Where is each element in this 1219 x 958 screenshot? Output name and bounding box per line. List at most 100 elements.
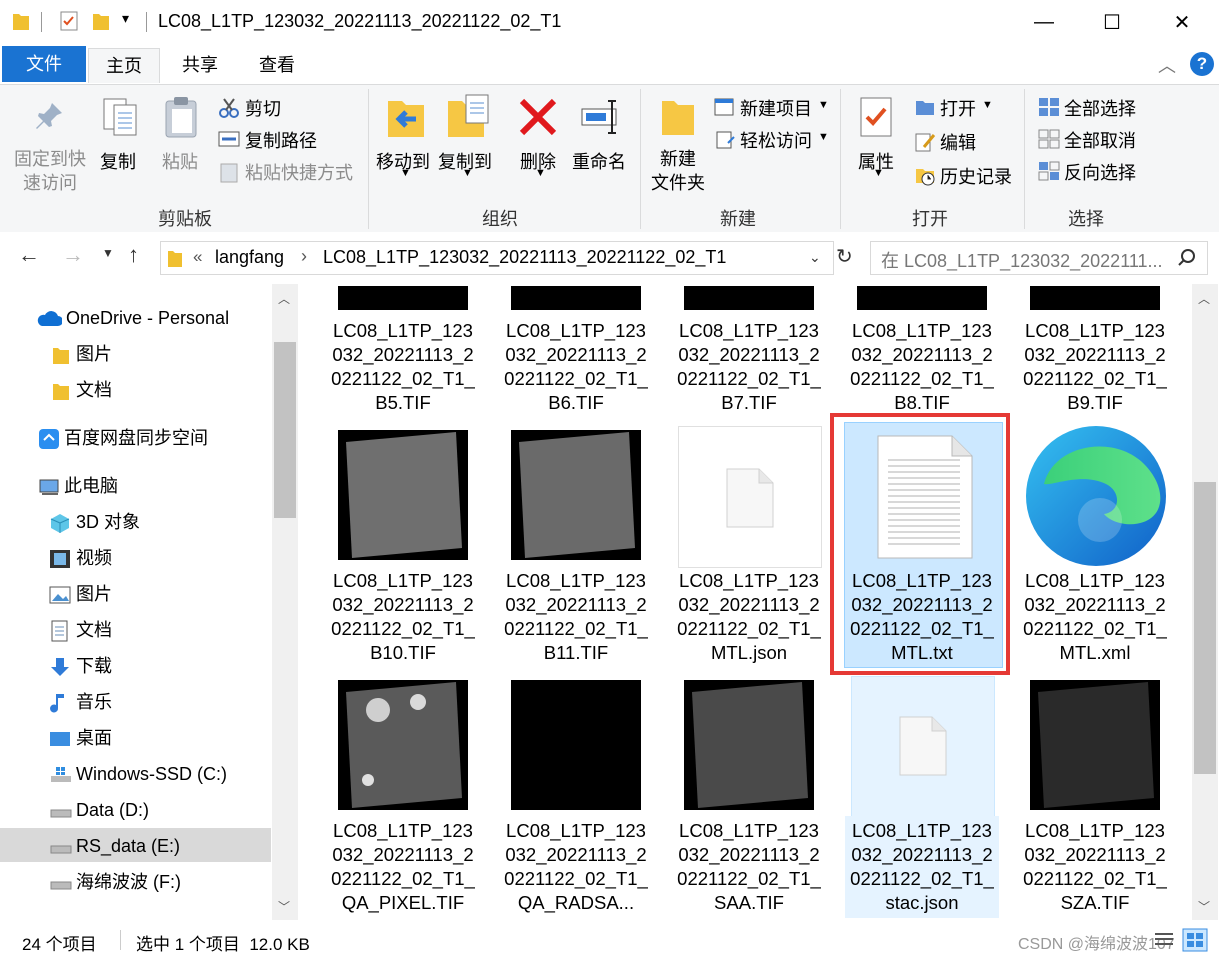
file-name[interactable]: LC08_L1TP_123032_20221113_20221122_02_T1…: [674, 569, 824, 665]
nav-item-drive-e[interactable]: RS_data (E:): [48, 831, 180, 861]
file-name[interactable]: LC08_L1TP_123032_20221113_20221122_02_T1…: [674, 319, 824, 415]
file-name[interactable]: LC08_L1TP_123032_20221113_20221122_02_T1…: [847, 319, 997, 415]
nav-item-music[interactable]: 音乐: [48, 687, 112, 717]
scroll-down-icon[interactable]: ﹀: [278, 898, 290, 915]
properties-icon[interactable]: [58, 10, 80, 32]
file-name[interactable]: LC08_L1TP_123032_20221113_20221122_02_T1…: [674, 819, 824, 915]
nav-item-drive-f[interactable]: 海绵波波 (F:): [48, 867, 181, 897]
pin-quick-access-button[interactable]: 固定到快 速访问: [12, 147, 88, 195]
qat-dropdown-icon[interactable]: ▾: [122, 10, 129, 27]
new-folder-icon[interactable]: [92, 10, 110, 32]
address-bar[interactable]: « langfang › LC08_L1TP_123032_20221113_2…: [160, 241, 834, 275]
scroll-up-icon[interactable]: ︿: [278, 290, 290, 307]
new-folder-button[interactable]: 新建 文件夹: [650, 147, 706, 195]
nav-item-videos[interactable]: 视频: [48, 543, 112, 573]
nav-item-baidu[interactable]: 百度网盘同步空间: [38, 423, 208, 453]
collapse-ribbon-icon[interactable]: ︿: [1158, 52, 1176, 78]
nav-item-drive-d[interactable]: Data (D:): [48, 795, 149, 825]
easy-access-button[interactable]: 轻松访问: [740, 127, 812, 153]
file-name[interactable]: LC08_L1TP_123032_20221113_20221122_02_T1…: [1020, 819, 1170, 915]
content-scrollbar[interactable]: ︿ ﹀: [1192, 284, 1218, 920]
copy-path-icon: [218, 131, 240, 147]
nav-item-3d-objects[interactable]: 3D 对象: [48, 507, 140, 537]
refresh-icon[interactable]: ↻: [836, 244, 853, 269]
nav-scrollbar[interactable]: ︿ ﹀: [272, 284, 298, 920]
cut-button[interactable]: 剪切: [245, 95, 281, 121]
nav-item-onedrive[interactable]: OneDrive - Personal: [36, 303, 229, 333]
file-thumbnail-hover[interactable]: [851, 676, 995, 818]
file-name[interactable]: LC08_L1TP_123032_20221113_20221122_02_T1…: [328, 819, 478, 915]
file-name[interactable]: LC08_L1TP_123032_20221113_20221122_02_T1…: [847, 819, 997, 915]
satellite-image: [346, 432, 462, 558]
open-button[interactable]: 打开: [940, 95, 976, 121]
minimize-button[interactable]: —: [1010, 0, 1078, 44]
edit-button[interactable]: 编辑: [940, 129, 976, 155]
easy-access-icon: [716, 131, 735, 149]
nav-item-documents[interactable]: 文档: [48, 615, 112, 645]
nav-item-drive-c[interactable]: Windows-SSD (C:): [48, 759, 227, 789]
forward-arrow-icon[interactable]: →: [62, 242, 84, 268]
scroll-down-icon[interactable]: ﹀: [1198, 898, 1210, 915]
nav-item-documents-od[interactable]: 文档: [52, 375, 112, 405]
back-arrow-icon[interactable]: ←: [18, 242, 40, 268]
new-item-button[interactable]: 新建项目: [740, 95, 812, 121]
file-thumbnail[interactable]: [1030, 680, 1160, 810]
content-scrollbar-thumb[interactable]: [1194, 482, 1216, 774]
file-name[interactable]: LC08_L1TP_123032_20221113_20221122_02_T1…: [501, 319, 651, 415]
breadcrumb-overflow[interactable]: «: [193, 247, 202, 267]
file-thumbnail[interactable]: [684, 286, 814, 310]
details-view-icon[interactable]: [1152, 930, 1176, 950]
copy-path-button[interactable]: 复制路径: [245, 127, 317, 153]
chevron-down-icon[interactable]: ⌄: [809, 249, 821, 266]
file-thumbnail[interactable]: [338, 286, 468, 310]
tab-file[interactable]: 文件: [2, 46, 86, 82]
nav-item-pictures-od[interactable]: 图片: [52, 339, 112, 369]
tab-share[interactable]: 共享: [170, 48, 230, 82]
history-button[interactable]: 历史记录: [940, 163, 1012, 189]
file-name[interactable]: LC08_L1TP_123032_20221113_20221122_02_T1…: [1020, 319, 1170, 415]
rename-button[interactable]: 重命名: [572, 148, 626, 174]
scroll-up-icon[interactable]: ︿: [1198, 290, 1210, 307]
nav-scrollbar-thumb[interactable]: [274, 342, 296, 518]
file-thumbnail[interactable]: [511, 286, 641, 310]
file-thumbnail[interactable]: [857, 286, 987, 310]
satellite-image: [692, 682, 808, 808]
search-box[interactable]: 在 LC08_L1TP_123032_2022111...: [870, 241, 1208, 275]
paste-icon: [165, 97, 197, 138]
nav-item-desktop[interactable]: 桌面: [48, 723, 112, 753]
file-thumbnail[interactable]: [511, 680, 641, 810]
search-input[interactable]: 在 LC08_L1TP_123032_2022111...: [881, 247, 1163, 273]
file-name[interactable]: LC08_L1TP_123032_20221113_20221122_02_T1…: [328, 319, 478, 415]
file-name[interactable]: LC08_L1TP_123032_20221113_20221122_02_T1…: [501, 569, 651, 665]
recent-locations-icon[interactable]: ▼: [102, 246, 114, 260]
tab-view[interactable]: 查看: [246, 48, 308, 82]
nav-label: 图片: [76, 584, 112, 604]
file-thumbnail[interactable]: [338, 430, 468, 560]
file-thumbnail[interactable]: [511, 430, 641, 560]
tab-home[interactable]: 主页: [88, 48, 160, 83]
file-name[interactable]: LC08_L1TP_123032_20221113_20221122_02_T1…: [1020, 569, 1170, 665]
file-thumbnail[interactable]: [1030, 286, 1160, 310]
nav-item-this-pc[interactable]: 此电脑: [38, 471, 118, 501]
file-thumbnail[interactable]: [338, 680, 468, 810]
copy-button[interactable]: 复制: [100, 148, 136, 174]
file-thumbnail[interactable]: [678, 426, 822, 568]
nav-item-downloads[interactable]: 下载: [48, 651, 112, 681]
large-icons-view-icon[interactable]: [1182, 928, 1208, 952]
invert-selection-button[interactable]: 反向选择: [1064, 159, 1136, 185]
breadcrumb-langfang[interactable]: langfang: [215, 247, 284, 268]
paste-button[interactable]: 粘贴: [162, 148, 198, 174]
help-icon[interactable]: ?: [1190, 52, 1214, 76]
file-thumbnail[interactable]: [684, 680, 814, 810]
select-all-button[interactable]: 全部选择: [1064, 95, 1136, 121]
close-button[interactable]: ✕: [1148, 0, 1216, 44]
nav-item-pictures[interactable]: 图片: [48, 579, 112, 609]
select-none-button[interactable]: 全部取消: [1064, 127, 1136, 153]
file-name[interactable]: LC08_L1TP_123032_20221113_20221122_02_T1…: [501, 819, 651, 915]
maximize-button[interactable]: ☐: [1078, 0, 1146, 44]
breadcrumb-current[interactable]: LC08_L1TP_123032_20221113_20221122_02_T1: [323, 247, 726, 268]
file-name[interactable]: LC08_L1TP_123032_20221113_20221122_02_T1…: [328, 569, 478, 665]
paste-shortcut-button[interactable]: 粘贴快捷方式: [245, 159, 353, 185]
edge-browser-icon[interactable]: [1024, 424, 1168, 568]
up-arrow-icon[interactable]: ↑: [128, 242, 139, 268]
